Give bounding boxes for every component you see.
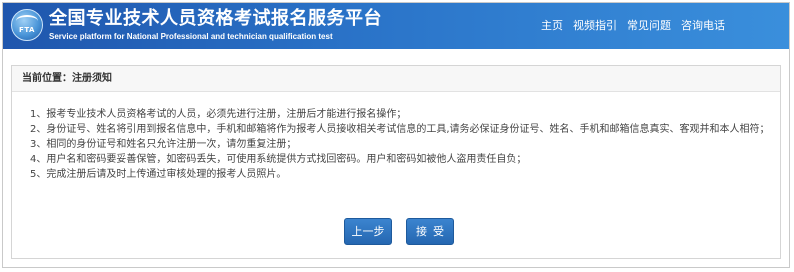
site-subtitle: Service platform for National Profession…: [49, 32, 333, 41]
top-nav: 主页 视频指引 常见问题 咨询电话: [541, 18, 725, 34]
accept-button[interactable]: 接受: [406, 218, 454, 245]
rules-list: 1、报考专业技术人员资格考试的人员，必须先进行注册，注册后才能进行报名操作； 2…: [30, 107, 775, 182]
site-logo: FTA: [11, 9, 43, 41]
registration-notice-panel: 当前位置：注册须知 1、报考专业技术人员资格考试的人员，必须先进行注册，注册后才…: [11, 65, 781, 259]
page-frame: FTA 全国专业技术人员资格考试报名服务平台 Service platform …: [2, 2, 790, 268]
breadcrumb-text: 当前位置：注册须知: [22, 73, 112, 84]
nav-faq[interactable]: 常见问题: [627, 18, 671, 34]
rule-item: 4、用户名和密码要妥善保管，如密码丢失，可使用系统提供方式找回密码。用户和密码如…: [30, 154, 527, 165]
rule-item: 2、身份证号、姓名将引用到报名信息中，手机和邮箱将作为报考人员接收相关考试信息的…: [30, 124, 770, 135]
nav-home[interactable]: 主页: [541, 18, 563, 34]
previous-step-button[interactable]: 上一步: [344, 218, 392, 245]
breadcrumb: 当前位置：注册须知: [12, 66, 780, 92]
rule-item: 3、相同的身份证号和姓名只允许注册一次，请勿重复注册；: [30, 139, 297, 150]
site-title: 全国专业技术人员资格考试报名服务平台: [49, 8, 382, 29]
rule-item: 5、完成注册后请及时上传通过审核处理的报考人员照片。: [30, 169, 287, 180]
logo-text: FTA: [19, 26, 35, 34]
nav-hotline[interactable]: 咨询电话: [681, 18, 725, 34]
nav-video-guide[interactable]: 视频指引: [573, 18, 617, 34]
site-header: FTA 全国专业技术人员资格考试报名服务平台 Service platform …: [3, 3, 789, 49]
rule-item: 1、报考专业技术人员资格考试的人员，必须先进行注册，注册后才能进行报名操作；: [30, 109, 407, 120]
